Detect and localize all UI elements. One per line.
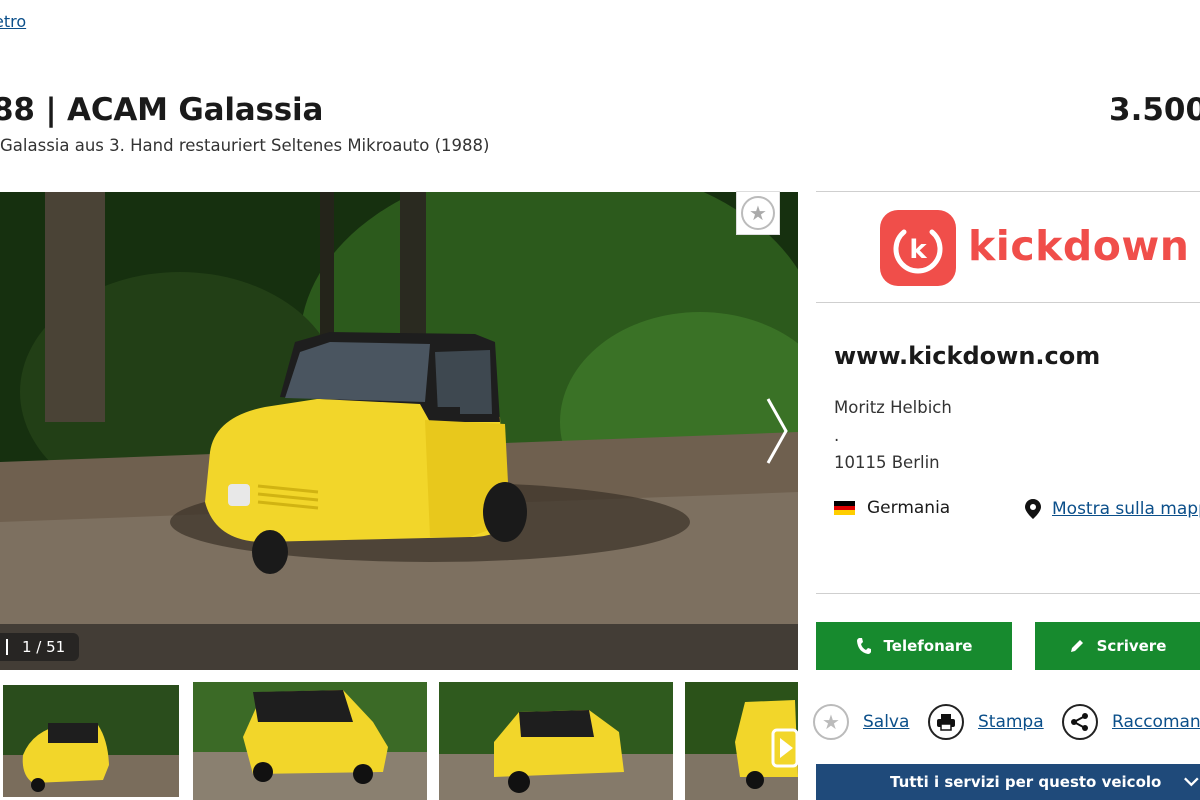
share-icon bbox=[1062, 704, 1098, 740]
write-button[interactable]: Scrivere bbox=[1035, 622, 1200, 670]
pencil-icon bbox=[1070, 640, 1083, 652]
country-label: Germania bbox=[867, 498, 951, 518]
dealer-name: www.kickdown.com bbox=[834, 342, 1101, 370]
recommend-action[interactable]: Raccomandare bbox=[1062, 704, 1200, 740]
thumbnail[interactable] bbox=[0, 682, 182, 800]
write-button-label: Scrivere bbox=[1096, 637, 1167, 655]
photo-counter: 1 / 51 bbox=[0, 633, 80, 661]
services-label: Tutti i servizi per questo veicolo bbox=[890, 773, 1162, 791]
back-link[interactable]: etro bbox=[0, 12, 26, 31]
divider bbox=[816, 593, 1200, 594]
favorite-button[interactable]: ★ bbox=[736, 191, 780, 235]
chevron-down-icon bbox=[1184, 777, 1199, 787]
listing-subtitle: Galassia aus 3. Hand restauriert Seltene… bbox=[0, 136, 490, 155]
listing-price: 3.500 bbox=[1109, 92, 1200, 128]
thumbnail[interactable] bbox=[439, 682, 673, 800]
thumbnail-image bbox=[3, 685, 179, 797]
dealer-address-line: . bbox=[834, 426, 840, 445]
chevron-right-icon[interactable] bbox=[762, 395, 792, 467]
thumbnail-image bbox=[685, 682, 798, 800]
thumbnail-image bbox=[439, 682, 673, 800]
dealer-contact: Moritz Helbich bbox=[834, 398, 952, 417]
star-icon: ★ bbox=[813, 704, 849, 740]
dealer-logo[interactable]: k kickdown bbox=[816, 192, 1200, 302]
logo-letter: k bbox=[909, 235, 927, 265]
vehicle-services-bar[interactable]: Tutti i servizi per questo veicolo bbox=[816, 764, 1200, 800]
map-pin-icon bbox=[1025, 499, 1041, 519]
photo-bottom-bar bbox=[0, 624, 798, 670]
thumbnail[interactable] bbox=[685, 682, 798, 800]
thumbnail[interactable] bbox=[193, 682, 427, 800]
print-label[interactable]: Stampa bbox=[978, 712, 1044, 732]
kickdown-logo-icon: k bbox=[880, 210, 956, 286]
map-link-label[interactable]: Mostra sulla mappa bbox=[1052, 499, 1200, 519]
phone-icon bbox=[856, 638, 871, 654]
recommend-label[interactable]: Raccomandare bbox=[1112, 712, 1200, 732]
printer-icon bbox=[928, 704, 964, 740]
dealer-country: Germania bbox=[834, 498, 950, 518]
listing-title: 88 | ACAM Galassia bbox=[0, 92, 324, 128]
print-action[interactable]: Stampa bbox=[928, 704, 1044, 740]
car-photo-image bbox=[0, 192, 798, 670]
call-button[interactable]: Telefonare bbox=[816, 622, 1012, 670]
thumbnail-image bbox=[193, 682, 427, 800]
flag-de-icon bbox=[834, 501, 855, 516]
show-map-link[interactable]: Mostra sulla mappa bbox=[1024, 498, 1200, 520]
logo-text: kickdown bbox=[968, 222, 1190, 270]
main-photo[interactable] bbox=[0, 192, 798, 670]
star-icon: ★ bbox=[741, 196, 775, 230]
call-button-label: Telefonare bbox=[883, 637, 973, 655]
divider bbox=[816, 302, 1200, 303]
save-label[interactable]: Salva bbox=[863, 712, 909, 732]
dealer-city: 10115 Berlin bbox=[834, 453, 940, 472]
save-action[interactable]: ★ Salva bbox=[813, 704, 909, 740]
